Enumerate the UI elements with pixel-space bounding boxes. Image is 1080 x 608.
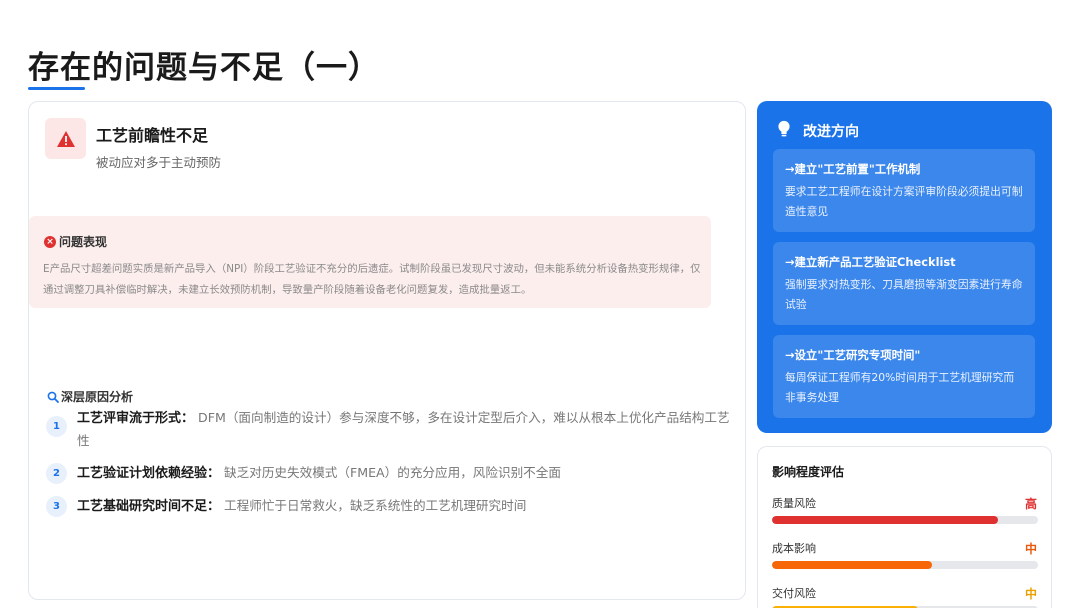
card-subheading: 被动应对多于主动预防 xyxy=(96,155,222,170)
cause-desc: 缺乏对历史失效模式（FMEA）的充分应用，风险识别不全面 xyxy=(224,465,561,480)
metric-label: 交付风险 xyxy=(772,587,816,600)
improvement-item-desc: 要求工艺工程师在设计方案评审阶段必须提出可制造性意见 xyxy=(785,185,1023,218)
improvement-item-title: →建立"工艺前置"工作机制 xyxy=(785,162,921,176)
cause-number: 2 xyxy=(46,463,67,484)
main-card xyxy=(28,101,746,600)
metric-level: 高 xyxy=(1024,497,1037,511)
lightbulb-icon xyxy=(778,120,790,137)
metric-track xyxy=(772,561,1038,569)
cause-item: 工艺评审流于形式： DFM（面向制造的设计）参与深度不够，多在设计定型后介入，难… xyxy=(77,407,737,452)
page-title: 存在的问题与不足（一） xyxy=(28,50,380,86)
improvement-item-desc: 强制要求对热变形、刀具磨损等渐变因素进行寿命试验 xyxy=(785,278,1023,311)
card-heading: 工艺前瞻性不足 xyxy=(96,126,209,145)
improvement-item-title: →设立"工艺研究专项时间" xyxy=(785,348,921,362)
improvement-item: →建立新产品工艺验证Checklist 强制要求对热变形、刀具磨损等渐变因素进行… xyxy=(773,242,1035,325)
problem-box: × 问题表现 E产品尺寸超差问题实质是新产品导入（NPI）阶段工艺验证不充分的后… xyxy=(29,216,711,308)
metric-label: 质量风险 xyxy=(772,497,816,510)
cause-desc: 工程师忙于日常救火，缺乏系统性的工艺机理研究时间 xyxy=(224,498,527,513)
cause-title: 深层原因分析 xyxy=(47,388,133,405)
impact-card: 影响程度评估 质量风险 高 成本影响 中 交付风险 中 xyxy=(757,446,1052,608)
metric-track xyxy=(772,516,1038,524)
search-icon xyxy=(47,391,59,403)
metric-level: 中 xyxy=(1024,587,1037,601)
cause-title-label: 深层原因分析 xyxy=(61,390,134,404)
problem-title-label: 问题表现 xyxy=(59,235,108,249)
cause-item: 工艺基础研究时间不足： 工程师忙于日常救火，缺乏系统性的工艺机理研究时间 xyxy=(77,495,737,518)
improvement-item-desc: 每周保证工程师有20%时间用于工艺机理研究而非事务处理 xyxy=(785,371,1015,404)
cause-label: 工艺验证计划依赖经验： xyxy=(77,466,221,481)
metric-label: 成本影响 xyxy=(772,542,816,555)
cause-label: 工艺基础研究时间不足： xyxy=(77,499,221,514)
x-circle-icon: × xyxy=(44,235,56,248)
improvement-item: →设立"工艺研究专项时间" 每周保证工程师有20%时间用于工艺机理研究而非事务处… xyxy=(773,335,1035,418)
improvement-title: 改进方向 xyxy=(803,124,859,140)
improvement-item: →建立"工艺前置"工作机制 要求工艺工程师在设计方案评审阶段必须提出可制造性意见 xyxy=(773,149,1035,232)
cause-number: 3 xyxy=(46,496,67,517)
warning-icon-box xyxy=(45,118,86,159)
metric-fill xyxy=(772,561,932,569)
warning-triangle-icon xyxy=(56,130,75,147)
cause-number: 1 xyxy=(46,416,67,437)
improvement-item-title: →建立新产品工艺验证Checklist xyxy=(785,255,956,269)
metric-level: 中 xyxy=(1024,542,1037,556)
cause-label: 工艺评审流于形式： xyxy=(77,411,195,426)
improvement-card: 改进方向 →建立"工艺前置"工作机制 要求工艺工程师在设计方案评审阶段必须提出可… xyxy=(757,101,1052,433)
title-underline xyxy=(28,87,85,90)
cause-item: 工艺验证计划依赖经验： 缺乏对历史失效模式（FMEA）的充分应用，风险识别不全面 xyxy=(77,462,737,485)
problem-title: × 问题表现 xyxy=(44,233,107,250)
metric-fill xyxy=(772,516,999,524)
problem-text: E产品尺寸超差问题实质是新产品导入（NPI）阶段工艺验证不充分的后遗症。试制阶段… xyxy=(43,263,701,296)
impact-title: 影响程度评估 xyxy=(772,465,845,479)
